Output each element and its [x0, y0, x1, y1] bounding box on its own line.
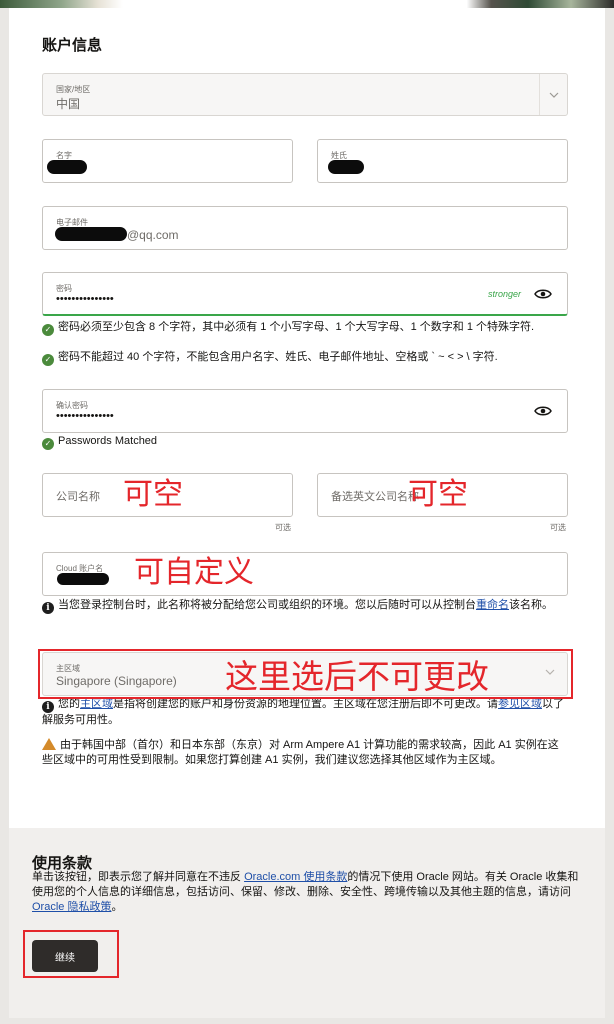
oracle-terms-link[interactable]: Oracle.com 使用条款 — [244, 871, 347, 883]
section-title: 账户信息 — [42, 37, 103, 54]
email-field[interactable]: 电子邮件 @qq.com — [42, 206, 568, 250]
annotation-company: 可空 — [123, 477, 183, 512]
check-icon: ✓ — [42, 324, 54, 336]
cloud-account-name-field[interactable]: Cloud 账户名 — [42, 552, 568, 596]
company-optional: 可选 — [275, 523, 291, 532]
terms-text: 单击该按钮，即表示您了解并同意在不违反 Oracle.com 使用条款的情况下使… — [32, 870, 584, 915]
password-rule-2: ✓ 密码不能超过 40 个字符，不能包含用户名字、姓氏、电子邮件地址、空格或 ` … — [42, 350, 568, 366]
email-suffix: @qq.com — [127, 228, 179, 242]
company-name-placeholder: 公司名称 — [56, 491, 100, 503]
check-icon: ✓ — [42, 354, 54, 366]
terms-text-end: 。 — [111, 901, 123, 913]
info-icon: i — [42, 701, 54, 713]
home-region-info-text: 您的 — [58, 698, 80, 710]
a1-availability-warning: 由于韩国中部（首尔）和日本东部（东京）对 Arm Ampere A1 计算功能的… — [42, 738, 568, 768]
show-password-icon[interactable] — [534, 405, 552, 417]
redacted-email — [55, 227, 127, 241]
annotation-continue-box — [23, 930, 119, 978]
confirm-password-field[interactable]: 确认密码 ••••••••••••••• — [42, 389, 568, 433]
confirm-password-value: ••••••••••••••• — [56, 410, 114, 422]
cloud-account-info: i 当您登录控制台时，此名称将被分配给您公司或组织的环境。您以后随时可以从控制台重… — [42, 598, 568, 614]
country-select[interactable]: 国家/地区 中国 — [42, 73, 568, 116]
annotation-cloud-account: 可自定义 — [134, 555, 254, 590]
country-value: 中国 — [56, 97, 81, 111]
chevron-down-icon — [539, 74, 567, 115]
passwords-matched-text: Passwords Matched — [58, 435, 158, 447]
annotation-region: 这里选后不可更改 — [225, 657, 489, 696]
last-name-field[interactable]: 姓氏 — [317, 139, 568, 183]
passwords-matched-msg: ✓ Passwords Matched — [42, 434, 157, 450]
show-password-icon[interactable] — [534, 288, 552, 300]
alt-company-optional: 可选 — [550, 523, 566, 532]
rename-link[interactable]: 重命名 — [476, 599, 509, 611]
redacted-cloud-account — [57, 573, 109, 585]
password-value: ••••••••••••••• — [56, 293, 114, 305]
home-region-info: i 您的主区域是指将创建您的账户和身份资源的地理位置。主区域在您注册后即不可更改。… — [42, 697, 568, 728]
see-regions-link[interactable]: 参见区域 — [498, 698, 542, 710]
header-banner — [0, 0, 614, 8]
terms-section — [9, 828, 605, 1018]
password-field[interactable]: 密码 ••••••••••••••• stronger — [42, 272, 568, 316]
password-rule-1: ✓ 密码必须至少包含 8 个字符，其中必须有 1 个小写字母、1 个大写字母、1 … — [42, 320, 568, 336]
oracle-privacy-link[interactable]: Oracle 隐私政策 — [32, 901, 111, 913]
home-region-link[interactable]: 主区域 — [80, 698, 113, 710]
annotation-alt-company: 可空 — [408, 477, 468, 512]
redacted-last-name — [328, 160, 364, 174]
info-icon: i — [42, 602, 54, 614]
password-rule-1-text: 密码必须至少包含 8 个字符，其中必须有 1 个小写字母、1 个大写字母、1 个… — [58, 321, 535, 333]
country-label: 国家/地区 — [56, 85, 91, 94]
home-region-info-text-mid: 是指将创建您的账户和身份资源的地理位置。主区域在您注册后即不可更改。请 — [113, 698, 498, 710]
cloud-account-info-text-end: 该名称。 — [509, 599, 553, 611]
check-icon: ✓ — [42, 438, 54, 450]
alt-company-name-placeholder: 备选英文公司名称 — [331, 491, 419, 503]
redacted-first-name — [47, 160, 87, 174]
a1-warning-text: 由于韩国中部（首尔）和日本东部（东京）对 Arm Ampere A1 计算功能的… — [42, 739, 559, 766]
terms-text-pre: 单击该按钮，即表示您了解并同意在不违反 — [32, 871, 245, 883]
cloud-account-info-text: 当您登录控制台时，此名称将被分配给您公司或组织的环境。您以后随时可以从控制台 — [58, 599, 476, 611]
password-rule-2-text: 密码不能超过 40 个字符，不能包含用户名字、姓氏、电子邮件地址、空格或 ` ~… — [58, 351, 498, 363]
first-name-field[interactable]: 名字 — [42, 139, 293, 183]
warning-icon — [42, 738, 56, 750]
password-strength: stronger — [487, 289, 521, 299]
